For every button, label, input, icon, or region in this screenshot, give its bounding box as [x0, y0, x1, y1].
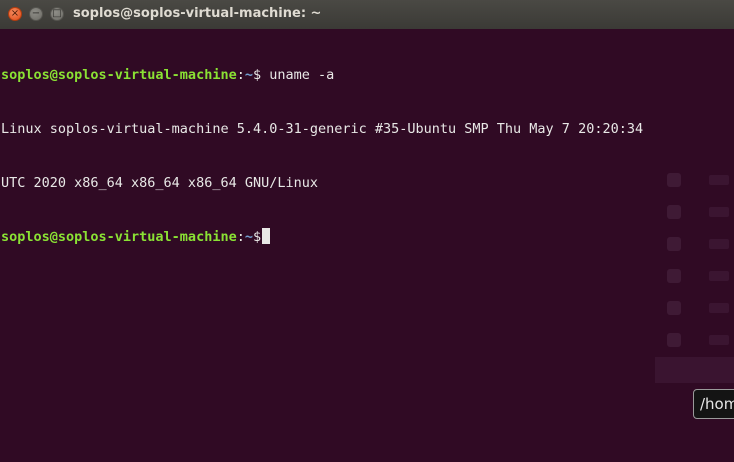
- prompt-separator: :: [236, 229, 245, 245]
- prompt-separator: :: [236, 67, 245, 83]
- terminal-window: × − □ soplos@soplos-virtual-machine: ~ s…: [0, 0, 734, 462]
- maximize-button[interactable]: □: [50, 7, 64, 21]
- minimize-button[interactable]: −: [29, 7, 43, 21]
- close-icon: ×: [10, 8, 20, 19]
- ghost-home-icon: [667, 205, 681, 219]
- text-cursor: [262, 228, 271, 244]
- prompt-path: ~: [244, 67, 253, 83]
- terminal-output: soplos@soplos-virtual-machine:~$ uname -…: [1, 30, 643, 282]
- current-prompt-line[interactable]: soplos@soplos-virtual-machine:~$: [1, 228, 643, 246]
- prompt-symbol: $: [252, 67, 262, 83]
- command-text: uname -a: [261, 67, 335, 83]
- prompt-path: ~: [244, 229, 253, 245]
- prompt-user-host: soplos@soplos-virtual-machine: [1, 67, 237, 83]
- ghost-label: [709, 175, 729, 185]
- ghost-document-icon: [667, 333, 681, 347]
- path-tooltip: /hom: [693, 389, 734, 419]
- terminal-area[interactable]: soplos@soplos-virtual-machine:~$ uname -…: [0, 29, 734, 462]
- maximize-icon: □: [52, 8, 62, 19]
- background-window-ghost: [655, 129, 734, 429]
- prompt-symbol: $: [252, 229, 262, 245]
- ghost-label: [709, 335, 729, 345]
- ghost-label: [709, 239, 729, 249]
- ghost-label: [709, 271, 729, 281]
- output-line: UTC 2020 x86_64 x86_64 x86_64 GNU/Linux: [1, 175, 318, 191]
- command-line: soplos@soplos-virtual-machine:~$ uname -…: [1, 66, 643, 84]
- ghost-label: [709, 207, 729, 217]
- ghost-download-icon: [667, 301, 681, 315]
- close-button[interactable]: ×: [8, 7, 22, 21]
- ghost-desktop-icon: [667, 237, 681, 251]
- ghost-selected-row: [655, 357, 734, 383]
- output-line: Linux soplos-virtual-machine 5.4.0-31-ge…: [1, 121, 644, 137]
- ghost-label: [709, 303, 729, 313]
- prompt-user-host: soplos@soplos-virtual-machine: [1, 229, 237, 245]
- title-bar[interactable]: × − □ soplos@soplos-virtual-machine: ~: [0, 0, 734, 30]
- window-title: soplos@soplos-virtual-machine: ~: [73, 6, 322, 21]
- ghost-recent-icon: [667, 173, 681, 187]
- ghost-folder-icon: [667, 269, 681, 283]
- minimize-icon: −: [31, 8, 41, 19]
